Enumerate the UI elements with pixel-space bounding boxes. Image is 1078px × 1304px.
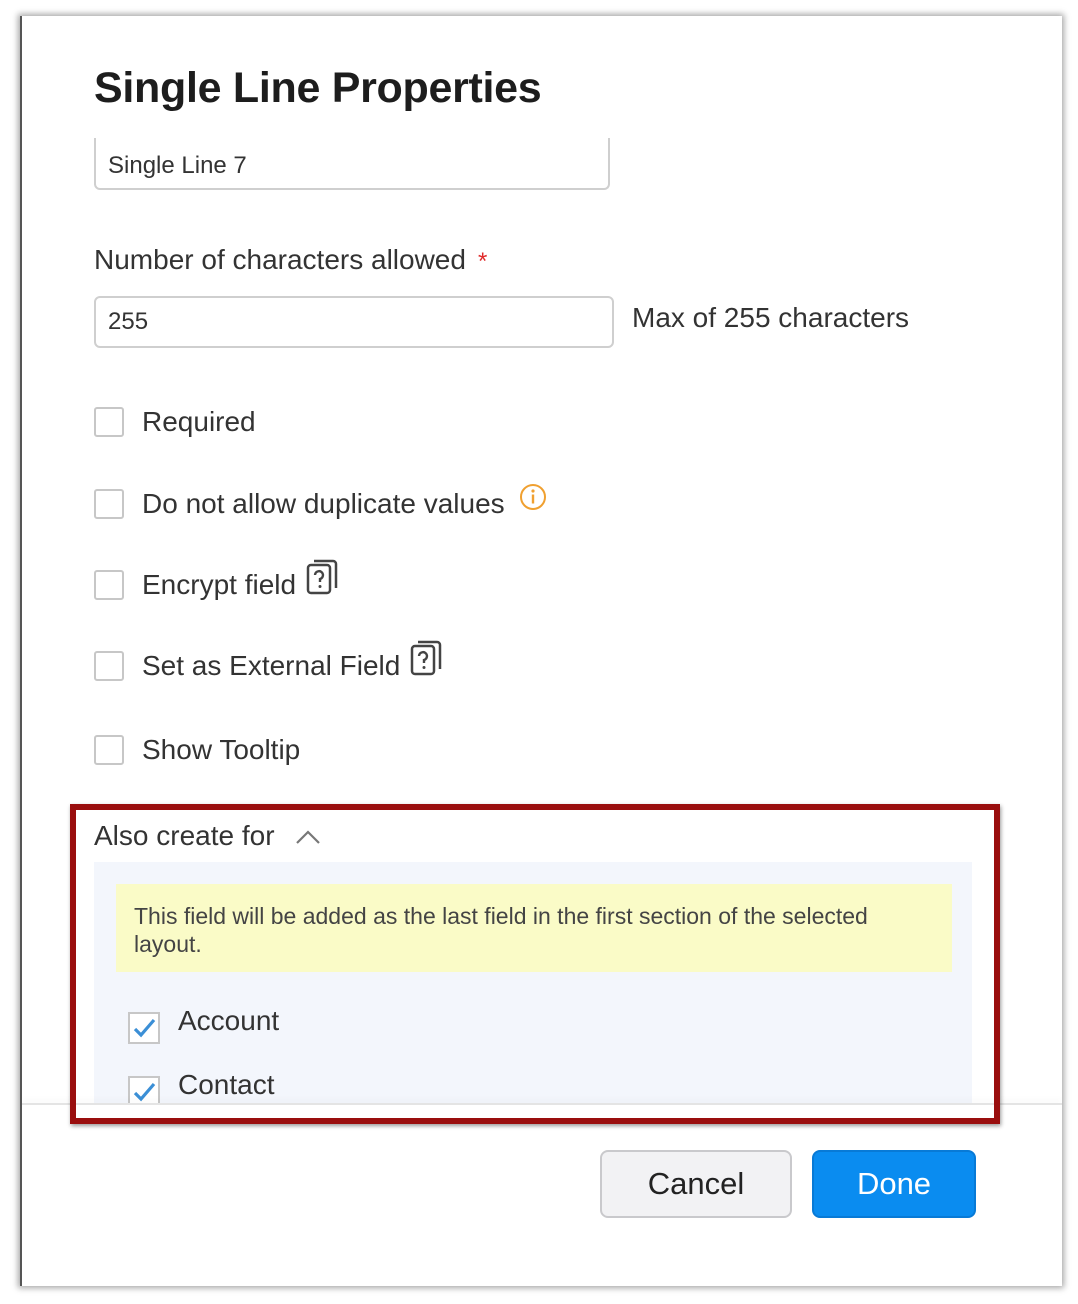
- option-external-field[interactable]: Set as External Field: [94, 640, 444, 684]
- field-name-input[interactable]: Single Line 7: [94, 138, 610, 190]
- encrypt-field-label: Encrypt field: [142, 569, 297, 600]
- chars-allowed-hint: Max of 255 characters: [632, 302, 910, 333]
- option-no-duplicates[interactable]: Do not allow duplicate values: [94, 483, 547, 522]
- cancel-button[interactable]: Cancel: [600, 1150, 792, 1218]
- external-field-label: Set as External Field: [142, 650, 401, 681]
- chars-allowed-label-text: Number of characters allowed: [94, 244, 466, 275]
- encrypt-field-checkbox[interactable]: [94, 570, 124, 600]
- external-field-checkbox[interactable]: [94, 651, 124, 681]
- dialog-title: Single Line Properties: [94, 64, 542, 112]
- option-required[interactable]: Required: [94, 404, 256, 440]
- highlight-annotation-box: [70, 804, 1000, 1124]
- show-tooltip-label: Show Tooltip: [142, 734, 301, 765]
- no-duplicates-checkbox[interactable]: [94, 489, 124, 519]
- option-show-tooltip[interactable]: Show Tooltip: [94, 732, 300, 768]
- required-checkbox[interactable]: [94, 407, 124, 437]
- done-button[interactable]: Done: [812, 1150, 976, 1218]
- show-tooltip-checkbox[interactable]: [94, 735, 124, 765]
- help-document-icon[interactable]: [306, 558, 340, 601]
- no-duplicates-label: Do not allow duplicate values: [142, 488, 505, 519]
- info-icon[interactable]: [519, 483, 547, 516]
- help-document-icon[interactable]: [410, 639, 444, 682]
- chars-allowed-input[interactable]: [94, 296, 614, 348]
- chars-allowed-label: Number of characters allowed *: [94, 244, 487, 276]
- option-encrypt-field[interactable]: Encrypt field: [94, 559, 340, 603]
- required-label: Required: [142, 406, 256, 437]
- required-star: *: [477, 248, 488, 275]
